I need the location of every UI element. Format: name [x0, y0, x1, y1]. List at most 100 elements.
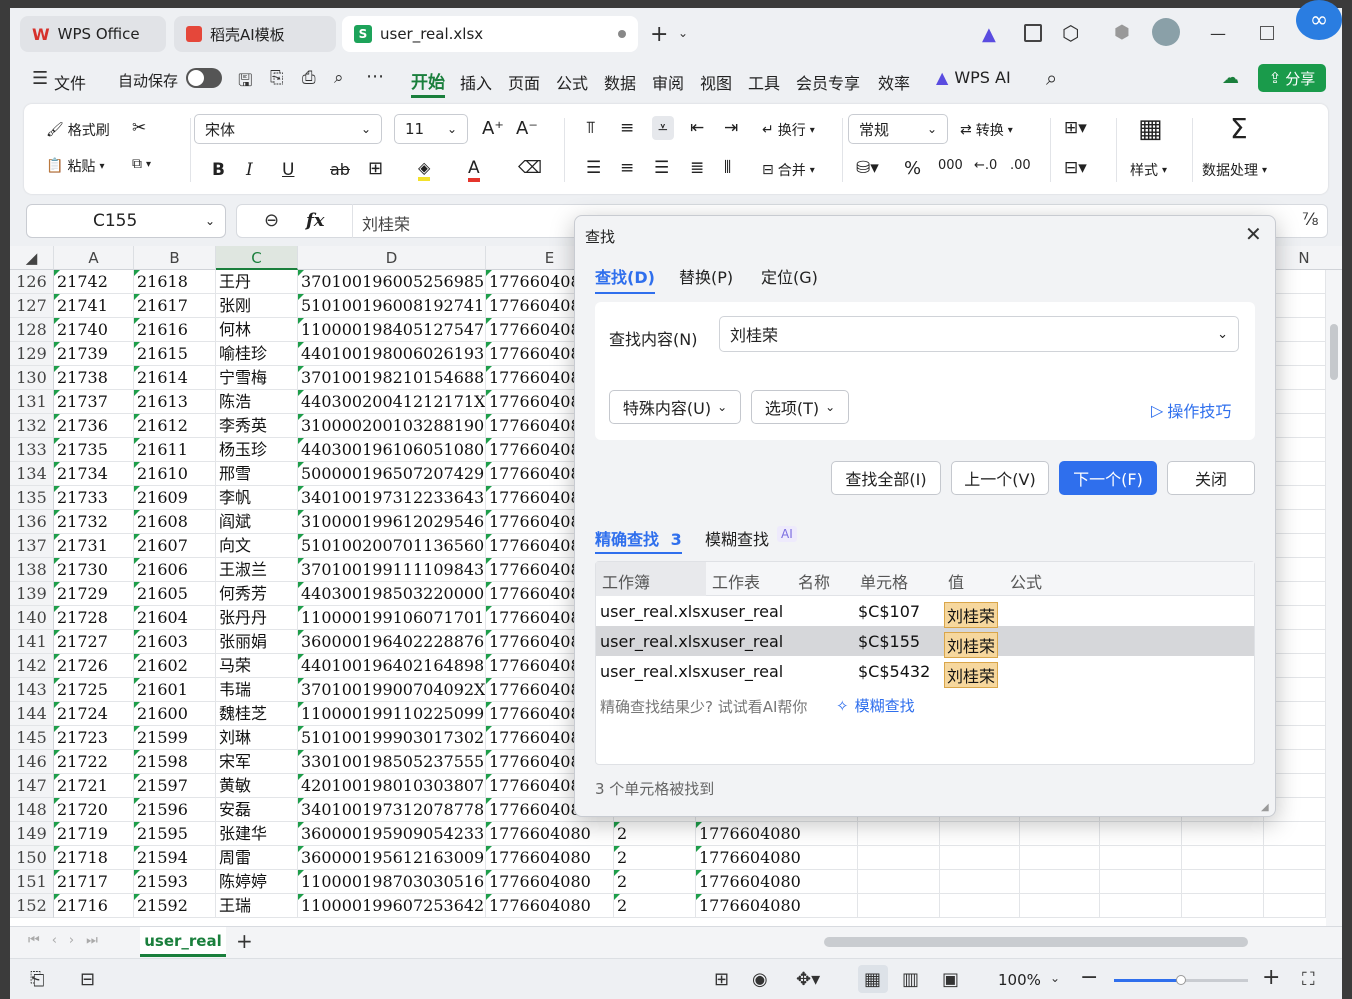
menu-file[interactable]: 文件 [54, 70, 86, 94]
row-header[interactable]: 126 [10, 270, 54, 294]
cell-f[interactable]: 2 [614, 846, 696, 870]
row-header[interactable]: 129 [10, 342, 54, 366]
cell-d[interactable]: 340100197312078778 [298, 798, 486, 822]
cell-c[interactable]: 张建华 [216, 822, 298, 846]
chevron-down-icon[interactable]: ⌄ [1050, 971, 1060, 985]
tab-list-chevron-icon[interactable]: ⌄ [678, 26, 688, 40]
cell-a[interactable]: 21733 [54, 486, 134, 510]
cell-b[interactable]: 21606 [134, 558, 216, 582]
find-prev-button[interactable]: 上一个(V) [951, 461, 1049, 495]
cell-c[interactable]: 黄敏 [216, 774, 298, 798]
menu-home[interactable]: 开始 [411, 68, 445, 98]
page-break-view-icon[interactable]: ▥ [902, 969, 919, 990]
fx-icon[interactable]: fx [306, 210, 324, 231]
cell-b[interactable]: 21593 [134, 870, 216, 894]
cell-d[interactable]: 110000198405127547 [298, 318, 486, 342]
increase-decimal-icon[interactable]: ←.0 [974, 158, 997, 173]
row-header[interactable]: 140 [10, 606, 54, 630]
cell-e[interactable]: 1776604080 [486, 822, 614, 846]
cell-empty[interactable] [1020, 894, 1100, 918]
zoom-slider-thumb[interactable] [1176, 975, 1186, 985]
cell-a[interactable]: 21727 [54, 630, 134, 654]
cell-a[interactable]: 21724 [54, 702, 134, 726]
row-header[interactable]: 133 [10, 438, 54, 462]
cell-c[interactable]: 王淑兰 [216, 558, 298, 582]
cell-c[interactable]: 阎斌 [216, 510, 298, 534]
cell-empty[interactable] [858, 822, 940, 846]
menu-tools[interactable]: 工具 [748, 70, 780, 94]
cell-empty[interactable] [1100, 870, 1182, 894]
decrease-font-icon[interactable]: A⁻ [516, 118, 538, 139]
menu-data[interactable]: 数据 [604, 70, 636, 94]
row-header[interactable]: 148 [10, 798, 54, 822]
decrease-decimal-icon[interactable]: .00 [1010, 158, 1031, 173]
cell-c[interactable]: 邢雪 [216, 462, 298, 486]
cell-a[interactable]: 21725 [54, 678, 134, 702]
cell-b[interactable]: 21595 [134, 822, 216, 846]
cube-icon[interactable]: ⬡ [1062, 21, 1079, 45]
cell-c[interactable]: 李秀英 [216, 414, 298, 438]
align-right-icon[interactable]: ☰ [654, 158, 669, 178]
cell-c[interactable]: 安磊 [216, 798, 298, 822]
minimize-icon[interactable]: — [1210, 24, 1226, 43]
font-color-icon[interactable]: A [468, 158, 480, 182]
cell-d[interactable]: 360000196402228876 [298, 630, 486, 654]
cell-b[interactable]: 21618 [134, 270, 216, 294]
data-processing-button[interactable]: 数据处理 ▾ [1202, 160, 1267, 180]
italic-button[interactable]: I [246, 160, 253, 180]
macro-record-icon[interactable]: ⎗ [30, 969, 44, 990]
fuzzy-search-link[interactable]: ✧ 模糊查找 [836, 695, 915, 716]
tips-link[interactable]: ▷ 操作技巧 [1151, 398, 1231, 422]
cell-d[interactable]: 440300198503220000 [298, 582, 486, 606]
name-box[interactable]: C155 ⌄ [26, 204, 226, 238]
close-button[interactable]: 关闭 [1167, 461, 1255, 495]
styles-button[interactable]: 样式 ▾ [1130, 160, 1167, 180]
cell-d[interactable]: 440100198006026193 [298, 342, 486, 366]
row-header[interactable]: 147 [10, 774, 54, 798]
more-icon[interactable]: ⋯ [366, 66, 384, 87]
cell-a[interactable]: 21718 [54, 846, 134, 870]
cell-a[interactable]: 21731 [54, 534, 134, 558]
cell-b[interactable]: 21592 [134, 894, 216, 918]
cell-a[interactable]: 21738 [54, 366, 134, 390]
borders-icon[interactable]: ⊞ [368, 158, 383, 179]
currency-icon[interactable]: ⛁▾ [856, 158, 879, 178]
cell-a[interactable]: 21740 [54, 318, 134, 342]
save-icon[interactable]: 🖫 [238, 68, 252, 97]
cell-c[interactable]: 魏桂芝 [216, 702, 298, 726]
cell-a[interactable]: 21720 [54, 798, 134, 822]
resize-grip-icon[interactable]: ◢ [1261, 802, 1269, 813]
styles-icon[interactable]: ▦ [1138, 114, 1163, 144]
fill-color-icon[interactable]: ◈ [418, 158, 431, 181]
decrease-indent-icon[interactable]: ⇤ [690, 118, 704, 138]
zoom-level[interactable]: 100% [998, 971, 1041, 989]
cell-d[interactable]: 310000200103288190 [298, 414, 486, 438]
cloud-sync-icon[interactable]: ☁ [1222, 68, 1239, 88]
cell-c[interactable]: 张丽娟 [216, 630, 298, 654]
cell-d[interactable]: 110000199106071701 [298, 606, 486, 630]
clear-format-icon[interactable]: ⌫ [518, 158, 542, 178]
fullscreen-icon[interactable]: ⛶ [1302, 969, 1315, 990]
cell-d[interactable]: 330100198505237555 [298, 750, 486, 774]
tab-find[interactable]: 查找(D) [595, 264, 655, 294]
cell-b[interactable]: 21605 [134, 582, 216, 606]
unsaved-dot-icon[interactable] [618, 30, 626, 38]
eye-protect-icon[interactable]: ◉ [752, 969, 768, 990]
hamburger-menu-icon[interactable]: ☰ [32, 68, 48, 89]
cell-g[interactable]: 1776604080 [696, 870, 858, 894]
cell-a[interactable]: 21732 [54, 510, 134, 534]
header-name[interactable]: 名称 [798, 569, 830, 593]
row-header[interactable]: 136 [10, 510, 54, 534]
cell-b[interactable]: 21600 [134, 702, 216, 726]
cell-a[interactable]: 21741 [54, 294, 134, 318]
row-header[interactable]: 151 [10, 870, 54, 894]
cell-b[interactable]: 21603 [134, 630, 216, 654]
percent-icon[interactable]: % [904, 158, 921, 179]
cell-empty[interactable] [1264, 894, 1326, 918]
cell-empty[interactable] [858, 846, 940, 870]
cell-c[interactable]: 陈浩 [216, 390, 298, 414]
zoom-formula-icon[interactable]: ⊖ [264, 210, 279, 231]
close-icon[interactable]: ✕ [1245, 222, 1262, 246]
col-header-b[interactable]: B [134, 246, 216, 270]
table-view-icon[interactable]: ⊞ [714, 969, 729, 990]
